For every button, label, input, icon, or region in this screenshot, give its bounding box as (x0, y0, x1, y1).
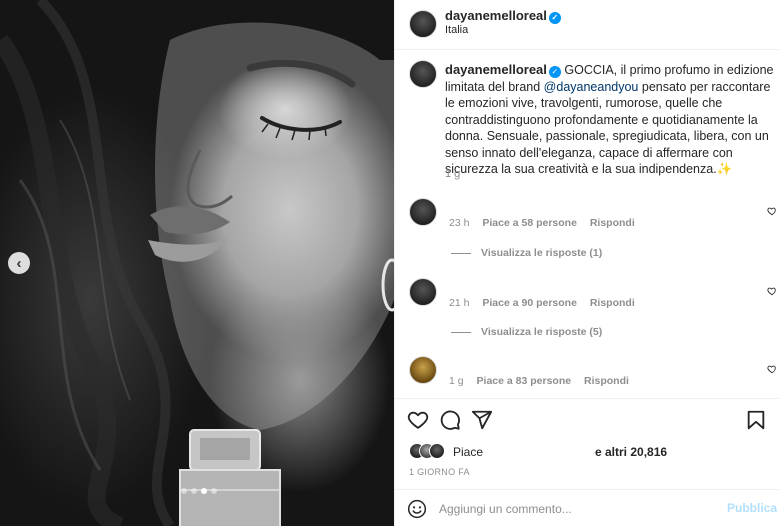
post-panel: dayanemelloreal ✓ Italia dayanemelloreal ✓… (394, 0, 780, 526)
view-replies-button[interactable]: Visualizza le risposte (5) (451, 326, 602, 338)
heart-icon[interactable] (767, 364, 777, 374)
carousel-dot (181, 488, 187, 494)
comment-reply-button[interactable]: Rispondi (590, 297, 635, 309)
commenter-avatar[interactable] (409, 356, 437, 384)
arrow-left-icon: ‹ (16, 254, 22, 272)
carousel-dot-active (201, 488, 207, 494)
comment-meta: 1 g Piace a 83 persone Rispondi (449, 375, 639, 387)
comment-meta: 21 h Piace a 90 persone Rispondi (449, 297, 645, 309)
caption-author-avatar[interactable] (409, 60, 437, 88)
comment-item: 1 g Piace a 83 persone Rispondi (409, 356, 780, 396)
add-comment-bar: Pubblica (395, 489, 780, 526)
heart-icon[interactable] (407, 409, 429, 431)
comment-icon[interactable] (439, 409, 461, 431)
portrait-illustration (0, 0, 394, 526)
author-avatar[interactable] (409, 10, 437, 38)
comment-item: 21 h Piace a 90 persone Rispondi (409, 278, 780, 318)
commenter-avatar[interactable] (409, 278, 437, 306)
bookmark-icon[interactable] (745, 409, 767, 431)
caption-mention-link[interactable]: @dayaneandyou (544, 80, 639, 94)
post-header: dayanemelloreal ✓ Italia (395, 0, 780, 50)
post-actions: Piace e altri 20,816 1 GIORNO FA Pubblic… (395, 398, 780, 526)
comment-time[interactable]: 1 g (449, 375, 464, 387)
comment-reply-button[interactable]: Rispondi (584, 375, 629, 387)
carousel-dot (211, 488, 217, 494)
likes-summary[interactable]: Piace e altri 20,816 (409, 441, 769, 463)
caption-time[interactable]: 1 g (445, 168, 460, 180)
comment-likes[interactable]: Piace a 90 persone (482, 297, 577, 309)
comment-likes[interactable]: Piace a 58 persone (482, 217, 577, 229)
replies-divider (451, 252, 471, 254)
view-replies-button[interactable]: Visualizza le risposte (1) (451, 247, 602, 259)
carousel-prev-button[interactable]: ‹ (8, 252, 30, 274)
likes-prefix: Piace (453, 445, 484, 459)
caption-username[interactable]: dayanemelloreal (445, 62, 547, 77)
view-replies-label[interactable]: Visualizza le risposte (5) (481, 326, 602, 338)
post-location[interactable]: Italia (445, 24, 468, 36)
replies-divider (451, 331, 471, 333)
verified-badge-icon: ✓ (548, 12, 561, 24)
liker-avatar (429, 443, 445, 459)
comment-reply-button[interactable]: Rispondi (590, 217, 635, 229)
heart-icon[interactable] (767, 206, 777, 216)
comment-likes[interactable]: Piace a 83 persone (477, 375, 572, 387)
author-username-text[interactable]: dayanemelloreal (445, 8, 547, 23)
author-username[interactable]: dayanemelloreal ✓ (445, 8, 561, 24)
post-photo (0, 0, 394, 526)
view-replies-label[interactable]: Visualizza le risposte (1) (481, 247, 602, 259)
comment-input[interactable] (439, 499, 709, 519)
heart-icon[interactable] (767, 286, 777, 296)
comment-time[interactable]: 23 h (449, 217, 469, 229)
commenter-avatar[interactable] (409, 198, 437, 226)
publish-button[interactable]: Pubblica (727, 501, 777, 515)
emoji-icon[interactable] (407, 499, 427, 519)
likes-count[interactable]: e altri 20,816 (595, 445, 667, 459)
post-date[interactable]: 1 GIORNO FA (409, 467, 470, 477)
post-media[interactable]: ‹ (0, 0, 394, 526)
comment-meta: 23 h Piace a 58 persone Rispondi (449, 217, 645, 229)
verified-badge-icon: ✓ (548, 66, 561, 78)
comment-item: 23 h Piace a 58 persone Rispondi (409, 198, 780, 238)
comment-time[interactable]: 21 h (449, 297, 469, 309)
caption-text: dayanemelloreal ✓ GOCCIA, il primo profum… (445, 62, 777, 178)
share-icon[interactable] (471, 409, 493, 431)
carousel-dot (191, 488, 197, 494)
carousel-indicator (181, 488, 217, 494)
